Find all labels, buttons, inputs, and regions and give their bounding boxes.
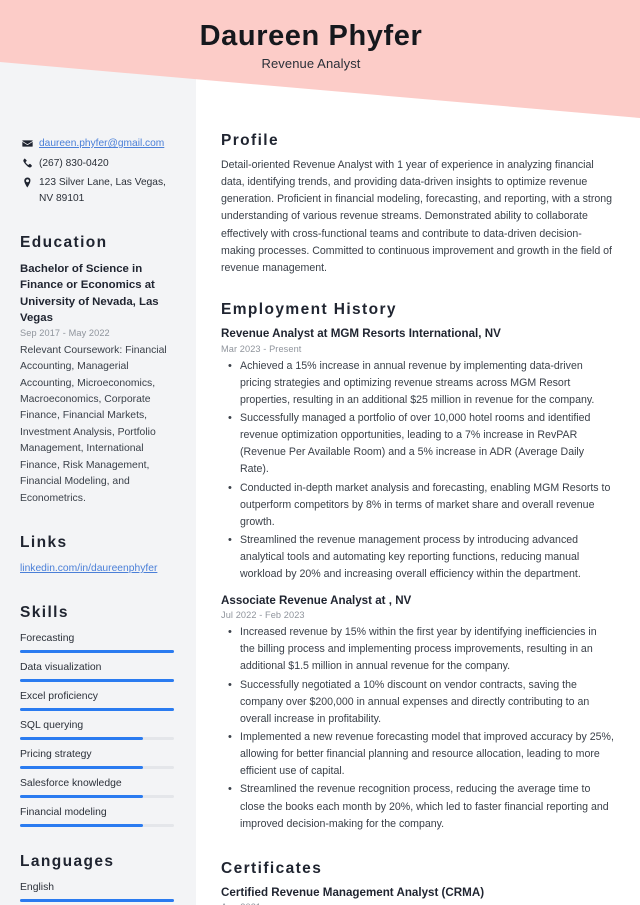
skill-item: Salesforce knowledge xyxy=(20,776,174,798)
languages-list: EnglishGerman xyxy=(20,880,174,905)
contact-row-address: 123 Silver Lane, Las Vegas, NV 89101 xyxy=(20,175,174,206)
candidate-name: Daureen Phyfer xyxy=(199,20,423,52)
skill-label: Forecasting xyxy=(20,632,75,644)
skills-section-title: Skills xyxy=(20,603,69,621)
education-coursework: Relevant Coursework: Financial Accountin… xyxy=(20,344,167,504)
skill-item: Data visualization xyxy=(20,660,174,682)
certificates-section-title: Certificates xyxy=(221,859,323,877)
certificates-section: Certificates Certified Revenue Managemen… xyxy=(221,860,614,905)
certificate-entry: Certified Revenue Management Analyst (CR… xyxy=(221,885,614,905)
languages-block: Languages EnglishGerman xyxy=(20,853,174,905)
skill-item: Forecasting xyxy=(20,631,174,653)
candidate-job-title: Revenue Analyst xyxy=(261,56,361,72)
skill-item: Excel proficiency xyxy=(20,689,174,711)
job-bullet: Implemented a new revenue forecasting mo… xyxy=(228,729,614,780)
job-entry: Associate Revenue Analyst at , NV Jul 202… xyxy=(221,593,614,833)
language-item: English xyxy=(20,880,174,903)
skill-label: Excel proficiency xyxy=(20,690,98,702)
skill-item: SQL querying xyxy=(20,718,174,740)
skills-list: Forecasting Data visualization Excel profi… xyxy=(20,631,174,828)
job-bullet: Achieved a 15% increase in annual revenu… xyxy=(228,358,614,409)
skill-label: Data visualization xyxy=(20,661,102,673)
skill-meter-track xyxy=(20,794,174,798)
skill-meter-track xyxy=(20,707,174,711)
skill-meter-fill xyxy=(20,824,144,828)
email-link[interactable]: daureen.phyfer@gmail.com xyxy=(35,136,164,152)
contact-row-email: daureen.phyfer@gmail.com xyxy=(20,136,174,152)
job-bullet: Streamlined the revenue management proce… xyxy=(228,532,614,583)
job-bullet: Conducted in-depth market analysis and f… xyxy=(228,480,614,531)
job-title: Revenue Analyst at MGM Resorts Internati… xyxy=(221,327,501,341)
employment-section-title: Employment History xyxy=(221,301,397,319)
profile-text: Detail-oriented Revenue Analyst with 1 y… xyxy=(221,159,613,274)
job-bullet: Successfully negotiated a 10% discount o… xyxy=(228,677,614,728)
certificates-list: Certified Revenue Management Analyst (CR… xyxy=(221,885,614,905)
employment-section: Employment History Revenue Analyst at MG… xyxy=(221,301,614,833)
profile-section-title: Profile xyxy=(221,132,280,149)
envelope-icon xyxy=(20,136,35,149)
skill-meter-track xyxy=(20,736,174,740)
skill-label: Financial modeling xyxy=(20,806,107,818)
contact-block: daureen.phyfer@gmail.com (267) 830-0420 … xyxy=(20,136,174,206)
education-degree: Bachelor of Science in Finance or Econom… xyxy=(20,263,159,325)
skill-meter-track xyxy=(20,824,174,828)
language-meter-track xyxy=(20,899,174,903)
main-column: Profile Detail-oriented Revenue Analyst … xyxy=(196,0,640,905)
job-bullet: Increased revenue by 15% within the firs… xyxy=(228,624,614,675)
job-bullet-list: Increased revenue by 15% within the firs… xyxy=(221,624,614,833)
job-bullet: Successfully managed a portfolio of over… xyxy=(228,410,614,479)
header-text-block: Daureen Phyfer Revenue Analyst xyxy=(0,0,640,71)
contact-row-phone: (267) 830-0420 xyxy=(20,156,174,172)
skill-meter-fill xyxy=(20,794,144,798)
job-bullet: Streamlined the revenue recognition proc… xyxy=(228,781,614,832)
job-title: Associate Revenue Analyst at , NV xyxy=(221,593,412,607)
skill-item: Pricing strategy xyxy=(20,747,174,769)
skill-meter-fill xyxy=(20,649,174,653)
phone-icon xyxy=(20,156,35,169)
language-meter-fill xyxy=(20,899,174,903)
language-label: English xyxy=(20,882,55,894)
address-value: 123 Silver Lane, Las Vegas, NV 89101 xyxy=(39,177,166,204)
skill-label: Pricing strategy xyxy=(20,748,92,760)
languages-section-title: Languages xyxy=(20,853,115,871)
employment-list: Revenue Analyst at MGM Resorts Internati… xyxy=(221,326,614,833)
skill-meter-fill xyxy=(20,736,144,740)
profile-section: Profile Detail-oriented Revenue Analyst … xyxy=(221,132,614,277)
education-block: Education Bachelor of Science in Finance… xyxy=(20,234,174,507)
sidebar: daureen.phyfer@gmail.com (267) 830-0420 … xyxy=(0,0,196,905)
education-section-title: Education xyxy=(20,234,108,251)
skill-label: SQL querying xyxy=(20,719,84,731)
job-bullet-list: Achieved a 15% increase in annual revenu… xyxy=(221,358,614,584)
skill-meter-track xyxy=(20,765,174,769)
skill-meter-fill xyxy=(20,678,174,682)
skill-meter-track xyxy=(20,649,174,653)
map-pin-icon xyxy=(20,175,35,188)
job-date: Mar 2023 - Present xyxy=(221,343,302,354)
job-entry: Revenue Analyst at MGM Resorts Internati… xyxy=(221,326,614,583)
skill-meter-fill xyxy=(20,765,144,769)
skills-block: Skills Forecasting Data visualization Exce… xyxy=(20,604,174,828)
phone-value: (267) 830-0420 xyxy=(39,157,109,169)
skill-meter-fill xyxy=(20,707,174,711)
education-date: Sep 2017 - May 2022 xyxy=(20,327,110,338)
linkedin-link[interactable]: linkedin.com/in/daureenphyfer xyxy=(20,561,174,576)
links-block: Links linkedin.com/in/daureenphyfer xyxy=(20,534,174,576)
job-date: Jul 2022 - Feb 2023 xyxy=(221,610,305,621)
skill-item: Financial modeling xyxy=(20,805,174,828)
skill-label: Salesforce knowledge xyxy=(20,777,122,789)
skill-meter-track xyxy=(20,678,174,682)
links-section-title: Links xyxy=(20,534,68,552)
certificate-title: Certified Revenue Management Analyst (CR… xyxy=(221,885,485,899)
